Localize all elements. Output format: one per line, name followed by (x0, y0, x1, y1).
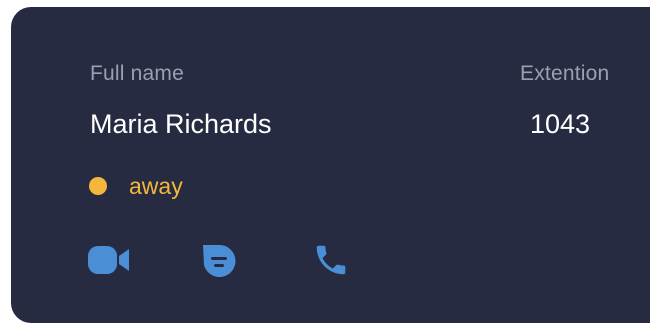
message-button[interactable] (197, 238, 241, 282)
presence-status: away (89, 171, 183, 201)
status-dot-icon (89, 177, 107, 195)
phone-icon (316, 245, 346, 275)
video-call-button[interactable] (87, 238, 131, 282)
status-text: away (129, 172, 183, 199)
chat-bubble-icon (203, 244, 236, 277)
full-name-label: Full name (90, 62, 185, 85)
extension-number: 1043 (530, 109, 591, 139)
phone-call-button[interactable] (309, 238, 353, 282)
contact-card: Full name Extention Maria Richards 1043 … (11, 7, 650, 323)
contact-name: Maria Richards (90, 109, 272, 139)
video-camera-icon (88, 246, 129, 274)
extension-label: Extention (520, 62, 610, 85)
